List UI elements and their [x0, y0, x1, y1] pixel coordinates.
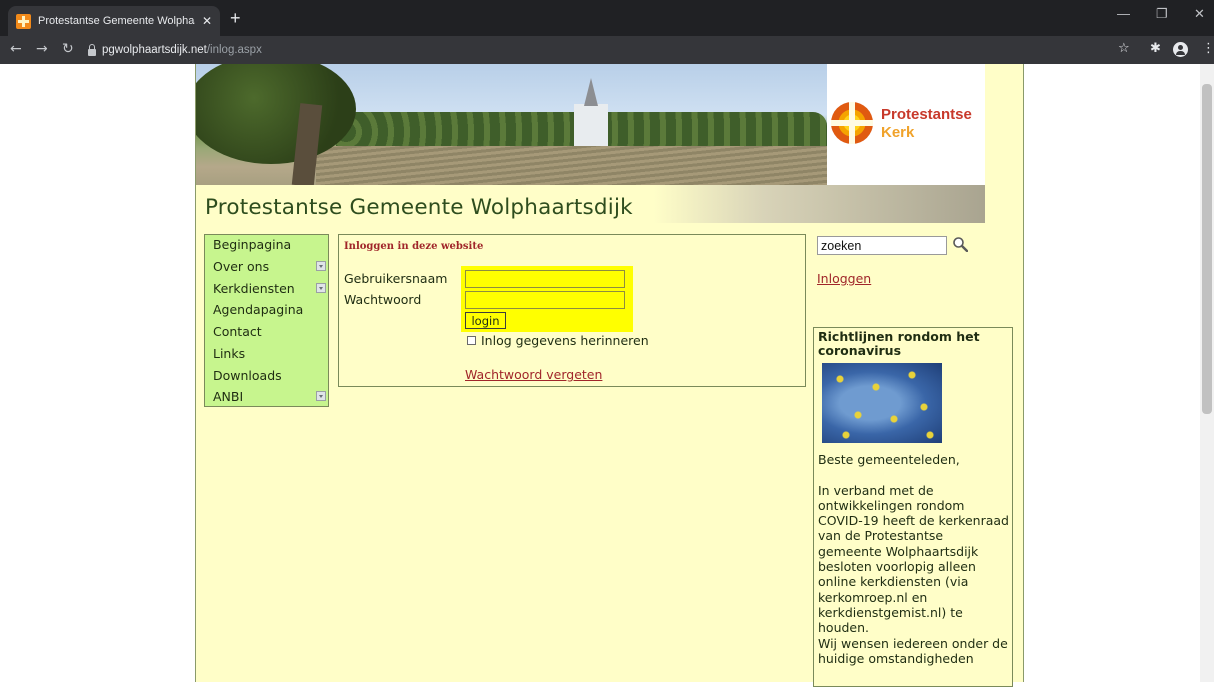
window-close-icon[interactable]: ✕	[1194, 6, 1205, 22]
news-panel: Richtlijnen rondom het coronavirus Beste…	[813, 327, 1013, 687]
menu-item-agendapagina[interactable]: Agendapagina	[213, 302, 303, 318]
lock-icon	[88, 43, 96, 56]
pkn-logo[interactable]: Protestantse Kerk	[827, 64, 985, 185]
remember-me-checkbox[interactable]	[467, 336, 476, 345]
menu-item-contact[interactable]: Contact	[213, 324, 262, 340]
forgot-password-link[interactable]: Wachtwoord vergeten	[465, 367, 602, 382]
remember-me-label: Inlog gegevens herinneren	[481, 333, 649, 348]
remember-me-row[interactable]: Inlog gegevens herinneren	[467, 333, 649, 348]
login-button[interactable]: login	[465, 312, 506, 329]
login-heading: Inloggen in deze website	[344, 241, 484, 252]
menu-item-downloads[interactable]: Downloads	[213, 368, 282, 384]
minimize-icon[interactable]: —	[1117, 6, 1130, 21]
back-icon[interactable]: ←	[10, 41, 22, 57]
address-bar[interactable]: pgwolphaartsdijk.net/inlog.aspx	[88, 39, 1110, 61]
bookmark-star-icon[interactable]: ☆	[1118, 41, 1130, 57]
menu-item-beginpagina[interactable]: Beginpagina	[213, 237, 291, 253]
scrollbar-thumb[interactable]	[1202, 84, 1212, 414]
coronavirus-image	[822, 363, 942, 443]
restore-icon[interactable]: ❐	[1156, 6, 1168, 22]
browser-tab[interactable]: Protestantse Gemeente Wolphaa ✕	[8, 6, 220, 36]
menu-item-over-ons[interactable]: Over ons	[213, 259, 269, 275]
expand-arrow-icon[interactable]	[316, 391, 326, 401]
menu-item-links[interactable]: Links	[213, 346, 245, 362]
site-container: Protestantse Kerk Protestantse Gemeente …	[195, 64, 1024, 687]
password-label: Wachtwoord	[344, 292, 422, 307]
browser-tab-bar: Protestantse Gemeente Wolphaa ✕ + — ❐ ✕	[0, 0, 1214, 36]
new-tab-button[interactable]: +	[230, 8, 241, 28]
extensions-icon[interactable]: ✱	[1150, 41, 1161, 57]
site-title: Protestantse Gemeente Wolphaartsdijk	[205, 195, 633, 220]
reload-icon[interactable]: ↻	[62, 41, 74, 57]
password-input[interactable]	[465, 291, 625, 309]
tab-title: Protestantse Gemeente Wolphaa	[38, 15, 195, 27]
news-body: Beste gemeenteleden, In verband met de o…	[818, 452, 1009, 666]
expand-arrow-icon[interactable]	[316, 283, 326, 293]
banner-church-spire	[584, 78, 598, 106]
menu-item-kerkdiensten[interactable]: Kerkdiensten	[213, 281, 295, 297]
login-panel: Inloggen in deze website Gebruikersnaam …	[338, 234, 806, 387]
forward-icon[interactable]: →	[36, 41, 48, 57]
main-menu: Beginpagina Over ons Kerkdiensten Agenda…	[204, 234, 329, 407]
browser-toolbar: ← → ↻ pgwolphaartsdijk.net/inlog.aspx ☆ …	[0, 36, 1214, 64]
profile-icon[interactable]	[1173, 42, 1188, 57]
pkn-cross-icon	[831, 102, 873, 144]
search-input[interactable]	[817, 236, 947, 255]
url-text: pgwolphaartsdijk.net/inlog.aspx	[102, 44, 262, 56]
username-label: Gebruikersnaam	[344, 271, 448, 286]
expand-arrow-icon[interactable]	[316, 261, 326, 271]
banner-field	[316, 146, 827, 185]
login-link[interactable]: Inloggen	[817, 271, 871, 286]
menu-kebab-icon[interactable]: ⋮	[1202, 41, 1214, 57]
tab-close-icon[interactable]: ✕	[202, 14, 212, 28]
logo-text-line1: Protestantse	[881, 106, 972, 123]
search-icon[interactable]	[952, 236, 968, 252]
banner-church	[574, 104, 608, 146]
menu-item-anbi[interactable]: ANBI	[213, 389, 243, 405]
news-title: Richtlijnen rondom het coronavirus	[818, 329, 980, 358]
username-input[interactable]	[465, 270, 625, 288]
header-banner-image	[196, 64, 827, 185]
logo-text-line2: Kerk	[881, 124, 915, 141]
title-bar: Protestantse Gemeente Wolphaartsdijk	[196, 185, 985, 223]
page-scrollbar[interactable]	[1200, 64, 1214, 682]
site-favicon-icon	[16, 13, 31, 29]
web-page: Protestantse Kerk Protestantse Gemeente …	[0, 64, 1214, 687]
